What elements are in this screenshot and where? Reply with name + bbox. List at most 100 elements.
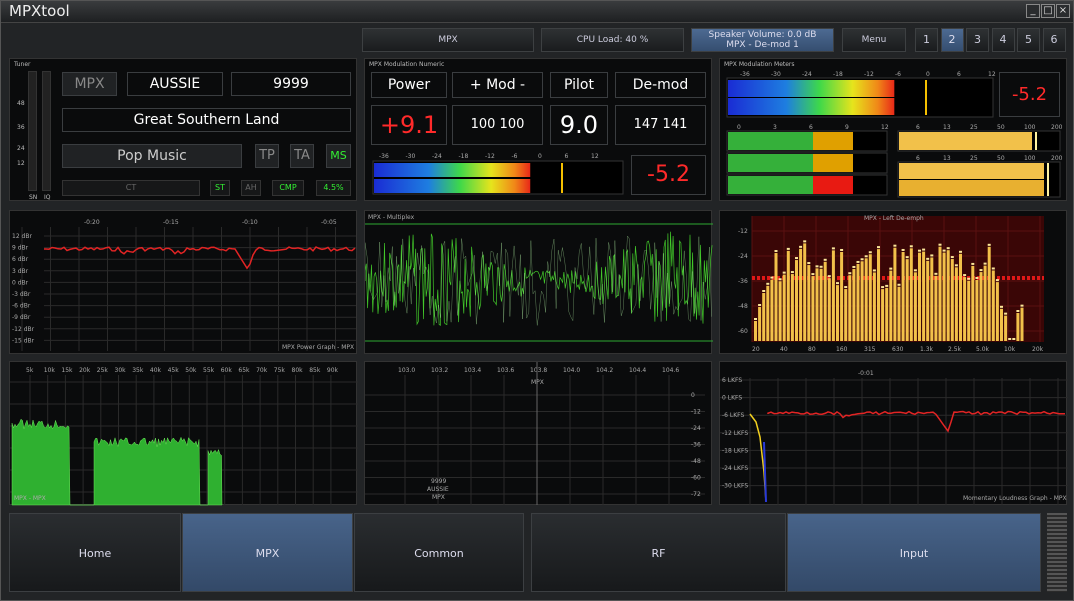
title-bar: MPXtool _ □ ×: [1, 1, 1073, 23]
nav-home[interactable]: Home: [9, 513, 181, 592]
demod-label: De-mod: [615, 72, 706, 98]
deemph-bar-peak: [762, 290, 766, 292]
deemph-bar: [979, 272, 983, 341]
modulation-meters-panel: MPX Modulation Meters -36 -30 -24 -18 -12 -6 0…: [719, 58, 1067, 201]
cpu-load-display: CPU Load: 40 %: [541, 28, 684, 52]
spectrum-freq-tick: 40k: [150, 367, 162, 374]
deemph-bar-peak: [979, 269, 983, 272]
spectrum-freq-tick: 5k: [26, 367, 34, 374]
page-button-5[interactable]: 5: [1017, 28, 1040, 52]
modulation-numeric-panel: MPX Modulation Numeric Power + Mod - Pil…: [364, 58, 712, 201]
loudness-tick: -6 LKFS: [722, 412, 745, 419]
deemph-bar-peak: [819, 265, 823, 268]
page-button-6[interactable]: 6: [1042, 28, 1066, 52]
nav-input[interactable]: Input: [787, 513, 1041, 592]
band-freq-tick: 103.0: [398, 367, 415, 374]
meters-right-tick: 13: [943, 124, 951, 131]
nav-mpx[interactable]: MPX: [182, 513, 353, 592]
deemph-bar-peak: [770, 276, 774, 279]
power-db-tick: 0 dBr: [12, 279, 29, 286]
nav-rf[interactable]: RF: [531, 513, 786, 592]
menu-button[interactable]: Menu: [842, 28, 906, 52]
deemph-bar: [758, 307, 762, 341]
loudness-tick: 6 LKFS: [722, 377, 742, 384]
band-db-tick: -72: [691, 491, 701, 498]
band-scan-panel: 103.0 103.2 103.4 103.6 103.8 104.0 104.2 104.4…: [364, 361, 712, 505]
deemph-bar: [790, 274, 794, 341]
deemph-bar: [811, 276, 815, 341]
deemph-db-tick: -12: [738, 228, 748, 235]
numeric-meter-tick: -18: [459, 153, 469, 160]
deemph-bar: [840, 251, 844, 341]
maximize-icon[interactable]: □: [1041, 4, 1055, 18]
deemph-bar: [909, 248, 913, 341]
meters-right-tick: 25: [970, 124, 978, 131]
meters-top-tick: 12: [988, 71, 996, 78]
meters-top-peak-marker: [925, 80, 927, 115]
speaker-volume-button[interactable]: Speaker Volume: 0.0 dB MPX - De-mod 1: [691, 28, 834, 52]
power-time-tick: -0:20: [84, 219, 100, 226]
multiplex-trace: [365, 231, 713, 326]
ps-name-display: AUSSIE: [127, 72, 223, 96]
cpu-load-text: CPU Load: 40 %: [576, 35, 649, 45]
deemph-bar: [893, 247, 897, 341]
multiplex-panel: MPX - Multiplex: [364, 210, 713, 354]
deemph-bar-peak: [922, 248, 926, 251]
deemph-bar: [913, 272, 917, 341]
power-trace: [44, 246, 356, 270]
deemph-bar-peak: [758, 304, 762, 306]
band-scan: 103.0 103.2 103.4 103.6 103.8 104.0 104.2 104.4…: [365, 362, 705, 505]
deemph-bar: [901, 251, 905, 341]
deemph-bar-peak: [881, 286, 885, 289]
deemph-bar: [950, 259, 954, 341]
nav-common[interactable]: Common: [354, 513, 524, 592]
deemph-bar: [807, 265, 811, 341]
band-station-pi: 9999: [431, 478, 446, 485]
meters-top-tick: -36: [740, 71, 750, 78]
numeric-level-meter: -36 -30 -24 -18 -12 -6 0 6 12: [372, 153, 624, 195]
app-title: MPXtool: [9, 2, 70, 20]
band-station-source: MPX: [432, 494, 445, 501]
page-button-2[interactable]: 2: [940, 28, 964, 52]
numeric-meter-tick: -6: [512, 153, 518, 160]
deemph-bar: [815, 268, 819, 341]
ah-indicator: AH: [241, 180, 261, 196]
spectrum-freq-tick: 50k: [185, 367, 197, 374]
mpx-source-button[interactable]: MPX: [362, 28, 534, 52]
meters-right-tick-2: 50: [997, 155, 1005, 162]
spectrum-freq-tick: 30k: [115, 367, 127, 374]
meters-left-tick: 9: [845, 124, 849, 131]
band-marker-label: MPX: [531, 379, 544, 386]
deemph-bar: [803, 243, 807, 341]
meters-right-tick: 100: [1024, 124, 1036, 131]
power-label: Power: [371, 72, 447, 98]
page-button-3[interactable]: 3: [966, 28, 989, 52]
deemph-bar: [864, 258, 868, 341]
close-icon[interactable]: ×: [1056, 4, 1070, 18]
power-db-tick: -9 dBr: [12, 314, 31, 321]
spectrum-freq-tick: 25k: [97, 367, 109, 374]
deemph-bar-peak: [909, 245, 913, 248]
deemph-freq-tick: 2.5k: [948, 346, 962, 353]
numeric-meter-tick: 6: [565, 153, 569, 160]
band-freq-tick: 103.2: [431, 367, 448, 374]
minimize-icon[interactable]: _: [1026, 4, 1040, 18]
meters-right-bar-2a: [899, 163, 1044, 179]
meters-left-bar-high: [813, 154, 853, 172]
deemph-bar-peak: [975, 276, 979, 279]
radiotext-display: Great Southern Land: [62, 108, 351, 132]
resize-grip[interactable]: [1047, 513, 1067, 592]
deemph-bar-peak: [803, 240, 807, 243]
loudness-panel: -0:01 6 LKFS 0 LKFS -6 LKFS -12 LKFS -18 LKFS…: [719, 361, 1068, 505]
band-freq-tick: 104.2: [596, 367, 613, 374]
page-button-4[interactable]: 4: [991, 28, 1015, 52]
deemph-bar-peak: [877, 246, 880, 249]
deemph-bar-peak: [905, 256, 909, 259]
meters-left-bar-green: [728, 154, 813, 172]
numeric-meter-tick: 12: [591, 153, 599, 160]
meters-left-bar-green: [728, 176, 813, 194]
page-button-1[interactable]: 1: [915, 28, 938, 52]
loudness-tick: -18 LKFS: [722, 447, 748, 454]
cmp-indicator: CMP: [272, 180, 304, 196]
ta-flag: TA: [290, 144, 314, 168]
